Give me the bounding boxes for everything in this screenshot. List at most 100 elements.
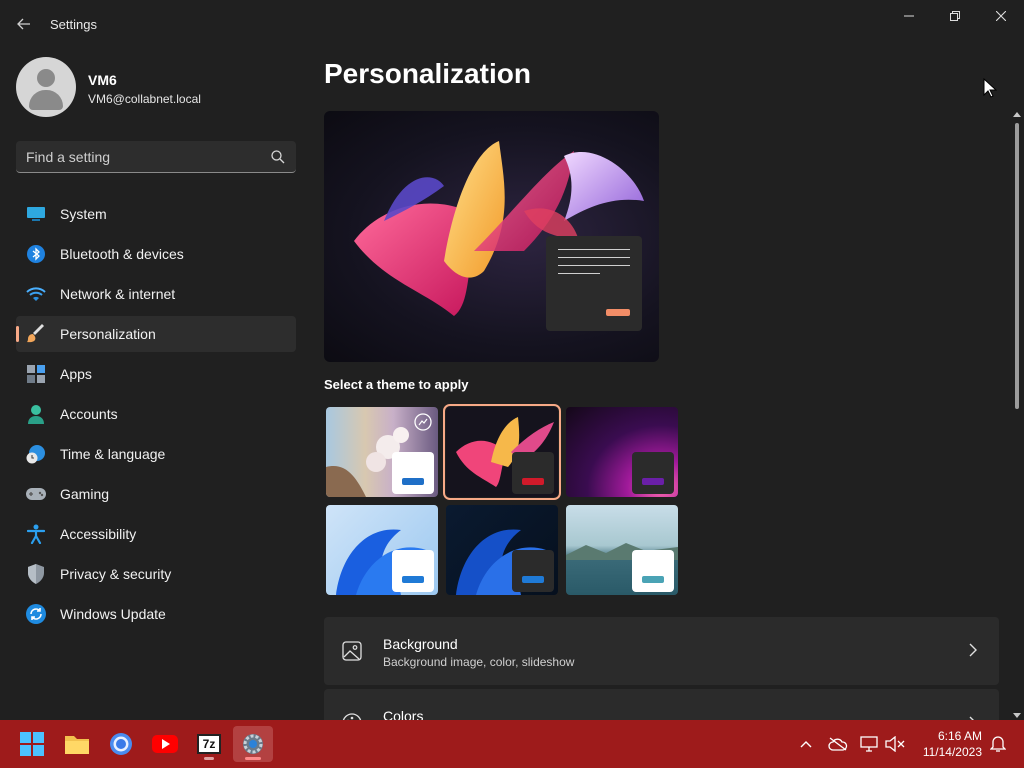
card-subtitle: Background image, color, slideshow bbox=[383, 655, 575, 669]
sidebar-item-label: Gaming bbox=[60, 486, 110, 502]
mouse-cursor-icon bbox=[983, 78, 997, 98]
chevron-up-icon[interactable] bbox=[796, 734, 816, 754]
taskbar-chrome[interactable] bbox=[101, 726, 141, 762]
palette-icon bbox=[342, 713, 362, 720]
preview-line bbox=[558, 273, 600, 274]
sidebar-item-label: Apps bbox=[60, 366, 92, 382]
sidebar-item-personalization[interactable]: Personalization bbox=[16, 316, 296, 352]
scrollbar[interactable] bbox=[1011, 111, 1023, 719]
card-title: Background bbox=[383, 636, 458, 652]
clock-date: 11/14/2023 bbox=[922, 745, 982, 759]
taskbar-clock[interactable]: 6:16 AM 11/14/2023 bbox=[912, 728, 982, 760]
sidebar-item-label: Windows Update bbox=[60, 606, 166, 622]
page-title: Personalization bbox=[324, 58, 531, 89]
taskbar-youtube[interactable] bbox=[145, 726, 185, 762]
apps-icon bbox=[26, 364, 46, 384]
sidebar-item-privacy-security[interactable]: Privacy & security bbox=[16, 556, 296, 592]
wifi-icon bbox=[26, 284, 46, 304]
notification-bell-icon[interactable] bbox=[988, 734, 1008, 754]
sidebar-item-gaming[interactable]: Gaming bbox=[16, 476, 296, 512]
person-icon bbox=[26, 404, 46, 424]
theme-tile-flowers[interactable] bbox=[326, 407, 438, 497]
sidebar-item-time-language[interactable]: Time & language bbox=[16, 436, 296, 472]
gamepad-icon bbox=[26, 484, 46, 504]
theme-tile-glow[interactable] bbox=[443, 404, 561, 500]
sidebar-nav: System Bluetooth & devices Network & int… bbox=[16, 196, 296, 636]
user-name: VM6 bbox=[88, 72, 117, 88]
slideshow-badge-icon bbox=[414, 413, 432, 431]
accessibility-icon bbox=[26, 524, 46, 544]
theme-accent-bar bbox=[402, 478, 424, 485]
avatar[interactable] bbox=[16, 57, 76, 117]
volume-muted-icon[interactable] bbox=[885, 734, 905, 754]
chevron-right-icon bbox=[969, 643, 977, 657]
running-indicator bbox=[204, 757, 214, 760]
paintbrush-icon bbox=[26, 324, 46, 344]
window-title: Settings bbox=[50, 17, 97, 32]
theme-window-mockup bbox=[512, 452, 554, 494]
taskbar-7zip[interactable]: 7z bbox=[189, 726, 229, 762]
taskbar: 7z 6:16 AM 11/14/2023 bbox=[0, 720, 1024, 768]
preview-window-mockup bbox=[546, 236, 642, 331]
theme-accent-bar bbox=[522, 478, 544, 485]
sidebar-item-network[interactable]: Network & internet bbox=[16, 276, 296, 312]
close-icon bbox=[996, 11, 1006, 21]
sidebar-item-accounts[interactable]: Accounts bbox=[16, 396, 296, 432]
settings-gear-icon bbox=[243, 734, 263, 754]
clock-time: 6:16 AM bbox=[937, 729, 982, 743]
shield-icon bbox=[26, 564, 46, 584]
title-bar: Settings bbox=[0, 0, 1024, 48]
sidebar-item-accessibility[interactable]: Accessibility bbox=[16, 516, 296, 552]
preview-line bbox=[558, 249, 630, 250]
close-button[interactable] bbox=[978, 0, 1024, 32]
sidebar-item-label: Accessibility bbox=[60, 526, 137, 542]
sidebar-item-label: Time & language bbox=[60, 446, 166, 462]
sidebar-item-label: Network & internet bbox=[60, 286, 176, 302]
theme-heading: Select a theme to apply bbox=[324, 377, 469, 392]
minimize-button[interactable] bbox=[886, 0, 932, 32]
running-indicator bbox=[245, 757, 261, 760]
sidebar-item-label: Personalization bbox=[60, 326, 156, 342]
card-title: Colors bbox=[383, 708, 424, 720]
scroll-down-arrow-icon[interactable] bbox=[1013, 711, 1021, 719]
sidebar-item-windows-update[interactable]: Windows Update bbox=[16, 596, 296, 632]
7zip-icon: 7z bbox=[197, 734, 221, 754]
avatar-body bbox=[29, 90, 63, 110]
colors-card[interactable]: Colors bbox=[324, 689, 999, 720]
image-icon bbox=[342, 641, 362, 661]
taskbar-start-button[interactable] bbox=[12, 726, 52, 762]
windows-start-icon bbox=[20, 732, 44, 756]
search-box[interactable] bbox=[16, 141, 296, 173]
minimize-icon bbox=[904, 15, 914, 17]
theme-tile-windows-dark[interactable] bbox=[446, 505, 558, 595]
search-input[interactable] bbox=[26, 147, 266, 167]
restore-icon bbox=[950, 11, 960, 21]
search-icon[interactable] bbox=[270, 149, 286, 165]
theme-tile-captured-motion[interactable] bbox=[566, 407, 678, 497]
theme-window-mockup bbox=[392, 452, 434, 494]
preview-line bbox=[558, 265, 630, 266]
theme-window-mockup bbox=[632, 550, 674, 592]
onedrive-icon[interactable] bbox=[828, 734, 848, 754]
theme-accent-bar bbox=[642, 576, 664, 583]
background-card[interactable]: Background Background image, color, slid… bbox=[324, 617, 999, 685]
taskbar-settings[interactable] bbox=[233, 726, 273, 762]
sidebar-item-bluetooth[interactable]: Bluetooth & devices bbox=[16, 236, 296, 272]
back-arrow-icon bbox=[17, 18, 30, 30]
theme-tile-windows-light[interactable] bbox=[326, 505, 438, 595]
sidebar-item-apps[interactable]: Apps bbox=[16, 356, 296, 392]
taskbar-file-explorer[interactable] bbox=[57, 726, 97, 762]
sidebar-item-system[interactable]: System bbox=[16, 196, 296, 232]
network-icon[interactable] bbox=[859, 734, 879, 754]
scroll-thumb[interactable] bbox=[1015, 123, 1019, 409]
theme-tile-sunrise[interactable] bbox=[566, 505, 678, 595]
avatar-head bbox=[37, 69, 55, 87]
scroll-up-arrow-icon[interactable] bbox=[1013, 111, 1021, 119]
theme-window-mockup bbox=[512, 550, 554, 592]
bluetooth-icon bbox=[26, 244, 46, 264]
monitor-icon bbox=[26, 204, 46, 224]
sidebar-item-label: System bbox=[60, 206, 107, 222]
theme-window-mockup bbox=[632, 452, 674, 494]
back-button[interactable] bbox=[10, 10, 38, 38]
restore-button[interactable] bbox=[932, 0, 978, 32]
